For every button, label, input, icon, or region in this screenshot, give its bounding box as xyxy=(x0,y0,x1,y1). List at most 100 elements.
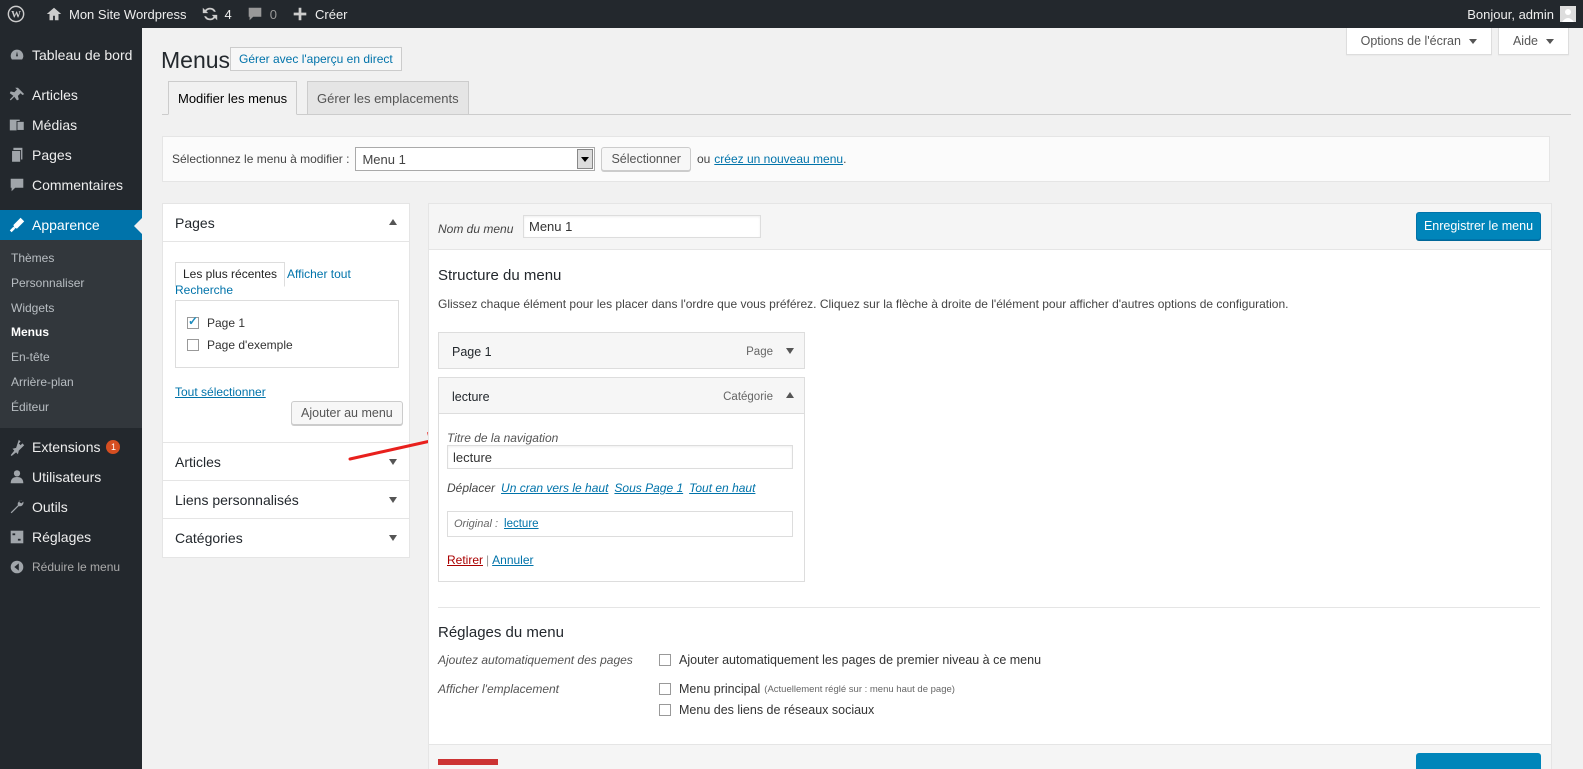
social-location-checkbox[interactable] xyxy=(659,704,671,716)
sidebar-item-media[interactable]: Médias xyxy=(0,110,142,140)
new-content-link[interactable]: Créer xyxy=(284,0,355,28)
list-item[interactable]: Page d'exemple xyxy=(187,338,293,352)
submenu-item-customize[interactable]: Personnaliser xyxy=(0,271,142,296)
accordion-title: Articles xyxy=(175,453,221,470)
chevron-down-icon xyxy=(1546,38,1554,44)
move-up-one-link[interactable]: Un cran vers le haut xyxy=(501,481,608,495)
menu-item-lecture[interactable]: lecture Catégorie xyxy=(438,377,805,414)
save-menu-button[interactable]: Enregistrer le menu xyxy=(1416,212,1541,240)
sidebar-item-label: Apparence xyxy=(32,217,100,233)
accordion-title: Catégories xyxy=(175,530,243,546)
menu-select[interactable]: Menu 1 xyxy=(355,147,596,171)
wordpress-logo-icon[interactable]: W xyxy=(0,0,38,28)
sidebar-item-label: Extensions xyxy=(32,438,101,455)
media-icon xyxy=(9,119,25,131)
delete-menu-link[interactable] xyxy=(438,759,498,765)
tab-search[interactable]: Recherche xyxy=(175,283,233,297)
page-title: Menus xyxy=(161,47,231,73)
save-menu-button-bottom[interactable] xyxy=(1416,753,1541,769)
pin-icon xyxy=(9,87,25,101)
select-all-link[interactable]: Tout sélectionner xyxy=(175,385,266,399)
tab-view-all[interactable]: Afficher tout xyxy=(287,267,351,281)
primary-location-note: (Actuellement réglé sur : menu haut de p… xyxy=(764,683,955,695)
menu-structure-description: Glissez chaque élément pour les placer d… xyxy=(438,297,1289,311)
menu-item-type: Catégorie xyxy=(723,391,773,403)
submenu-item-editor[interactable]: Éditeur xyxy=(0,395,142,420)
sidebar-item-articles[interactable]: Articles xyxy=(0,80,142,110)
move-to-top-link[interactable]: Tout en haut xyxy=(689,481,755,495)
accordion-custom-links-header[interactable]: Liens personnalisés xyxy=(163,481,409,519)
add-menu-items-panel: Pages Les plus récentes Afficher tout Re… xyxy=(162,203,410,558)
submenu-item-header[interactable]: En-tête xyxy=(0,345,142,370)
move-under-page-1-link[interactable]: Sous Page 1 xyxy=(614,481,683,495)
move-label: Déplacer xyxy=(447,481,496,495)
auto-add-label: Ajoutez automatiquement des pages xyxy=(438,653,633,667)
or-text: ou xyxy=(696,152,711,166)
sidebar-item-appearance[interactable]: Apparence xyxy=(0,210,142,240)
menu-management-panel: Nom du menu Menu 1 Enregistrer le menu S… xyxy=(428,203,1552,769)
sidebar-item-label: Pages xyxy=(32,147,72,163)
my-account-link[interactable]: Bonjour, admin xyxy=(1460,0,1583,28)
divider xyxy=(438,607,1540,608)
site-name: Mon Site Wordpress xyxy=(69,6,187,22)
plus-icon xyxy=(293,7,307,21)
updates-link[interactable]: 4 xyxy=(194,0,239,28)
location-social-option[interactable]: Menu des liens de réseaux sociaux xyxy=(659,703,874,717)
appearance-icon xyxy=(9,217,25,233)
auto-add-checkbox[interactable] xyxy=(659,654,671,666)
add-to-menu-button[interactable]: Ajouter au menu xyxy=(291,401,403,425)
create-new-menu-link[interactable]: créez un nouveau menu xyxy=(714,152,843,166)
sample-page-checkbox[interactable] xyxy=(187,339,199,351)
manage-menus-bar: Sélectionnez le menu à modifier : Menu 1… xyxy=(162,136,1550,182)
accordion-pages-header[interactable]: Pages xyxy=(163,204,409,242)
auto-add-option[interactable]: Ajouter automatiquement les pages de pre… xyxy=(659,653,1041,667)
sidebar-item-dashboard[interactable]: Tableau de bord xyxy=(0,40,142,70)
sidebar-item-tools[interactable]: Outils xyxy=(0,492,142,522)
help-button[interactable]: Aide xyxy=(1497,28,1569,55)
site-name-link[interactable]: Mon Site Wordpress xyxy=(38,0,194,28)
select-menu-button[interactable]: Sélectionner xyxy=(601,147,691,171)
original-link[interactable]: lecture xyxy=(504,518,539,530)
submenu-item-themes[interactable]: Thèmes xyxy=(0,246,142,271)
screen-options-button[interactable]: Options de l'écran xyxy=(1345,28,1492,55)
dashboard-icon xyxy=(10,49,24,60)
accordion-articles-header[interactable]: Articles xyxy=(163,443,409,481)
collapse-menu-button[interactable]: Réduire le menu xyxy=(0,552,142,582)
tab-manage-locations[interactable]: Gérer les emplacements xyxy=(307,81,469,115)
sidebar-item-plugins[interactable]: Extensions 1 xyxy=(0,432,142,462)
menu-item-page-1[interactable]: Page 1 Page xyxy=(438,332,805,369)
sidebar-item-users[interactable]: Utilisateurs xyxy=(0,462,142,492)
tools-icon xyxy=(10,500,24,513)
remove-link[interactable]: Retirer xyxy=(447,553,483,567)
help-label: Aide xyxy=(1512,34,1538,48)
chevron-down-icon[interactable] xyxy=(786,348,794,354)
nav-label-caption: Titre de la navigation xyxy=(447,431,559,445)
menu-name-input[interactable]: Menu 1 xyxy=(523,215,761,238)
accordion-title: Liens personnalisés xyxy=(175,491,299,508)
display-location-label: Afficher l'emplacement xyxy=(438,682,560,696)
sidebar-item-pages[interactable]: Pages xyxy=(0,140,142,170)
pages-icon xyxy=(11,147,23,163)
original-link-box: Original : lecture xyxy=(447,511,793,537)
updates-icon xyxy=(202,7,217,21)
primary-location-checkbox[interactable] xyxy=(659,683,671,695)
location-primary-option[interactable]: Menu principal (Actuellement réglé sur :… xyxy=(659,682,955,696)
sidebar-item-settings[interactable]: Réglages xyxy=(0,522,142,552)
live-preview-button[interactable]: Gérer avec l'aperçu en direct xyxy=(230,47,402,71)
sidebar-item-label: Utilisateurs xyxy=(32,468,102,485)
page-1-checkbox[interactable] xyxy=(187,314,199,329)
menu-name-label: Nom du menu xyxy=(438,222,514,236)
chevron-down-icon xyxy=(389,535,397,541)
comments-link[interactable]: 0 xyxy=(239,0,284,28)
list-item[interactable]: Page 1 xyxy=(187,314,245,330)
comment-icon xyxy=(10,178,24,192)
submenu-item-menus[interactable]: Menus xyxy=(0,320,142,345)
sidebar-item-comments[interactable]: Commentaires xyxy=(0,170,142,200)
submenu-item-widgets[interactable]: Widgets xyxy=(0,296,142,321)
cancel-link[interactable]: Annuler xyxy=(492,553,533,567)
submenu-item-background[interactable]: Arrière-plan xyxy=(0,370,142,395)
accordion-categories-header[interactable]: Catégories xyxy=(163,519,409,557)
tab-edit-menus[interactable]: Modifier les menus xyxy=(168,81,298,115)
chevron-up-icon[interactable] xyxy=(786,392,794,398)
nav-label-input[interactable]: lecture xyxy=(447,445,793,469)
